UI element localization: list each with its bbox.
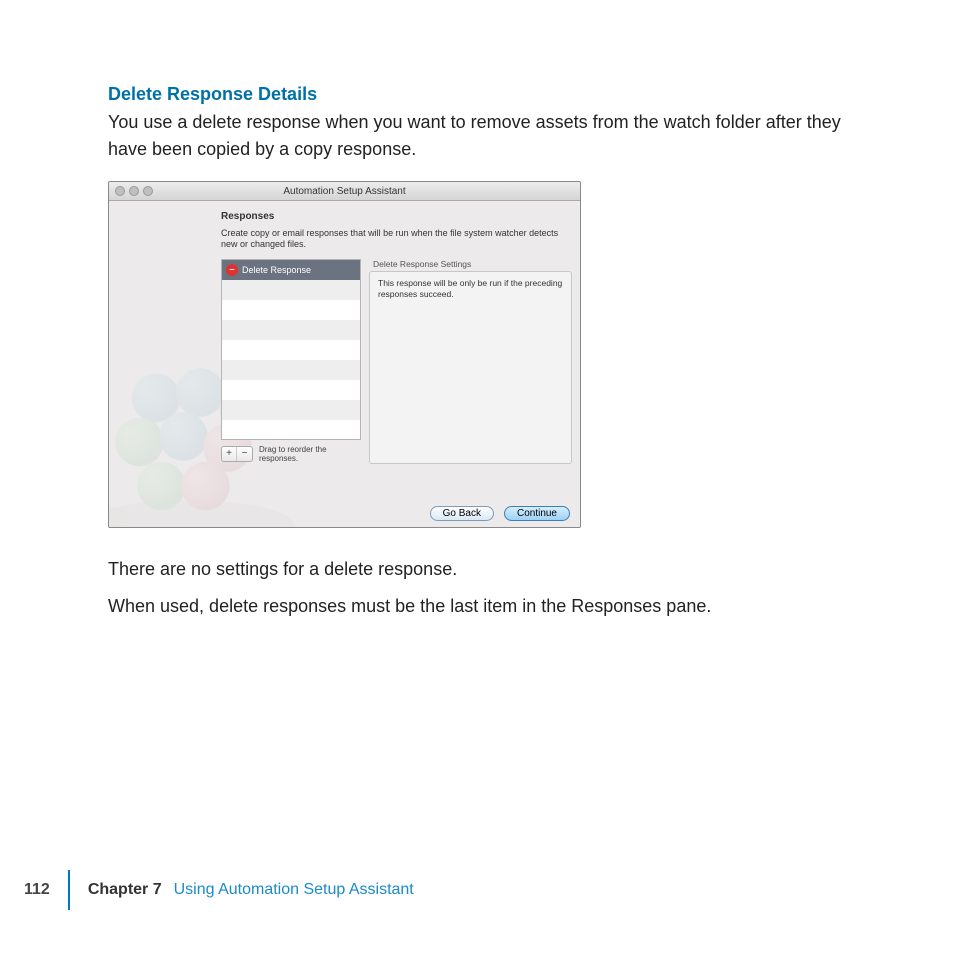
titlebar: Automation Setup Assistant — [109, 182, 580, 201]
responses-label: Responses — [221, 211, 572, 222]
responses-description: Create copy or email responses that will… — [221, 228, 572, 251]
settings-pane: Delete Response Settings This response w… — [369, 259, 572, 464]
body-intro: You use a delete response when you want … — [108, 109, 878, 163]
add-button[interactable]: + — [222, 447, 237, 461]
chapter-label: Chapter 7 — [88, 881, 162, 899]
delete-response-icon: – — [226, 264, 238, 276]
document-page: Delete Response Details You use a delete… — [0, 0, 954, 954]
section-heading: Delete Response Details — [108, 84, 878, 105]
page-footer: 112 Chapter 7 Using Automation Setup Ass… — [24, 870, 414, 910]
dialog-window: Automation Setup Assistant Responses Cre… — [108, 181, 581, 528]
remove-button[interactable]: − — [237, 447, 252, 461]
footer-separator — [68, 870, 70, 910]
body-after-2: When used, delete responses must be the … — [108, 593, 878, 620]
button-row: Go Back Continue — [430, 506, 570, 521]
settings-title: Delete Response Settings — [369, 259, 572, 269]
responses-list-pane: – Delete Response + − — [221, 259, 361, 464]
screenshot-figure: Automation Setup Assistant Responses Cre… — [108, 181, 878, 528]
body-after-1: There are no settings for a delete respo… — [108, 556, 878, 583]
continue-button[interactable]: Continue — [504, 506, 570, 521]
reorder-hint: Drag to reorder the responses. — [259, 445, 361, 463]
settings-box: This response will be only be run if the… — [369, 271, 572, 464]
page-number: 112 — [24, 881, 68, 899]
list-item-label: Delete Response — [242, 265, 311, 275]
go-back-button[interactable]: Go Back — [430, 506, 494, 521]
list-item[interactable]: – Delete Response — [222, 260, 360, 280]
dialog-body: Responses Create copy or email responses… — [109, 201, 580, 527]
window-title: Automation Setup Assistant — [109, 186, 580, 197]
chapter-title: Using Automation Setup Assistant — [174, 881, 414, 899]
responses-list[interactable]: – Delete Response — [221, 259, 361, 440]
add-remove-buttons: + − — [221, 446, 253, 462]
settings-body-text: This response will be only be run if the… — [378, 278, 563, 300]
